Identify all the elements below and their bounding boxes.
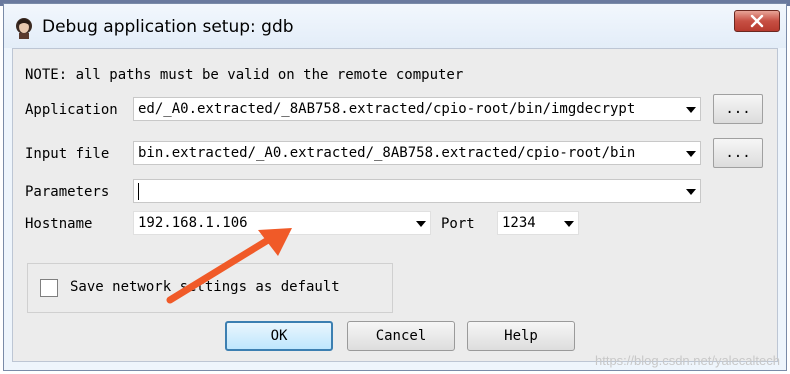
close-icon	[750, 14, 764, 28]
chevron-down-icon[interactable]	[416, 221, 426, 227]
parameters-combobox[interactable]	[133, 179, 701, 203]
input-file-value: bin.extracted/_A0.extracted/_8AB758.extr…	[138, 145, 636, 161]
note-text: NOTE: all paths must be valid on the rem…	[25, 67, 464, 83]
input-file-label: Input file	[25, 146, 110, 162]
chevron-down-icon[interactable]	[686, 107, 696, 113]
portrait-icon	[16, 18, 32, 39]
input-file-browse-button[interactable]: ...	[713, 138, 763, 168]
application-label: Application	[25, 102, 118, 118]
port-label: Port	[441, 216, 475, 232]
parameters-label: Parameters	[25, 184, 110, 200]
application-browse-button[interactable]: ...	[713, 94, 763, 124]
port-value: 1234	[502, 215, 536, 231]
chevron-down-icon[interactable]	[686, 189, 696, 195]
help-button[interactable]: Help	[467, 321, 575, 351]
hostname-value: 192.168.1.106	[138, 215, 248, 231]
close-button[interactable]	[734, 10, 780, 32]
network-settings-group: Save network settings as default	[27, 263, 393, 313]
ok-button[interactable]: OK	[225, 321, 333, 351]
debug-setup-dialog: Debug application setup: gdb NOTE: all p…	[3, 3, 787, 371]
dialog-body: NOTE: all paths must be valid on the rem…	[12, 48, 778, 362]
save-network-label[interactable]: Save network settings as default	[70, 279, 340, 295]
window-title: Debug application setup: gdb	[42, 17, 294, 37]
port-combobox[interactable]: 1234	[497, 211, 579, 235]
input-file-combobox[interactable]: bin.extracted/_A0.extracted/_8AB758.extr…	[133, 141, 701, 165]
save-network-checkbox[interactable]	[40, 279, 58, 297]
application-value: ed/_A0.extracted/_8AB758.extracted/cpio-…	[138, 101, 636, 117]
hostname-combobox[interactable]: 192.168.1.106	[133, 211, 431, 235]
title-bar[interactable]: Debug application setup: gdb	[4, 4, 786, 48]
watermark-text: https://blog.csdn.net/yalecaltech	[594, 353, 780, 368]
chevron-down-icon[interactable]	[564, 221, 574, 227]
chevron-down-icon[interactable]	[686, 151, 696, 157]
application-combobox[interactable]: ed/_A0.extracted/_8AB758.extracted/cpio-…	[133, 97, 701, 121]
text-caret	[138, 183, 139, 200]
hostname-label: Hostname	[25, 216, 93, 232]
cancel-button[interactable]: Cancel	[347, 321, 455, 351]
